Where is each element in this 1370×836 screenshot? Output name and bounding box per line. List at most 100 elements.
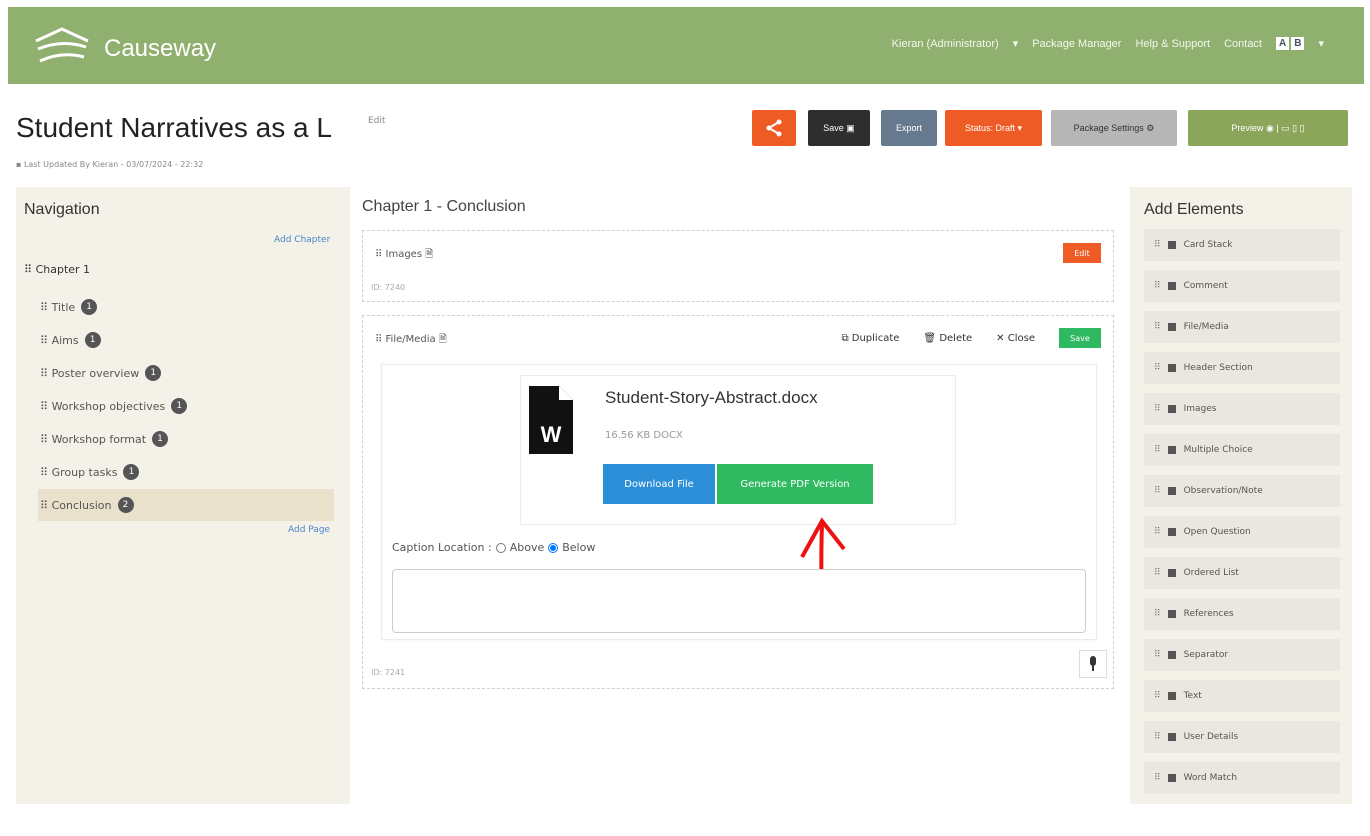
microphone-button[interactable] <box>1079 650 1107 678</box>
element-actions: ⧉ Duplicate 🗑 Delete ✕ Close Save <box>841 328 1101 348</box>
delete-button[interactable]: 🗑 Delete <box>923 333 972 344</box>
close-icon: ✕ <box>996 332 1005 344</box>
element-icon <box>1167 610 1176 618</box>
edit-title-link[interactable]: Edit <box>368 116 385 126</box>
element-icon <box>1167 774 1176 782</box>
add-page-link[interactable]: Add Page <box>288 525 330 535</box>
count-badge: 1 <box>152 431 169 447</box>
grip-icon[interactable]: ⠿ <box>1154 281 1161 291</box>
copy-icon: ⧉ <box>841 332 849 344</box>
element-open-question[interactable]: ⠿ Open Question <box>1144 516 1340 548</box>
caret-down-icon[interactable]: ▾ <box>1318 37 1324 50</box>
language-switcher[interactable]: A B <box>1276 37 1305 50</box>
grip-icon[interactable]: ⠿ <box>1154 773 1161 783</box>
nav-page-poster-overview[interactable]: ⠿ Poster overview 1 <box>38 357 334 389</box>
grip-icon[interactable]: ⠿ <box>40 499 48 512</box>
preview-button[interactable]: Preview ◉ | ▭ ▯ ▯ <box>1188 110 1348 146</box>
nav-package-manager[interactable]: Package Manager <box>1032 38 1121 50</box>
element-user-details[interactable]: ⠿ User Details <box>1144 721 1340 753</box>
lang-a[interactable]: A <box>1276 37 1290 50</box>
grip-icon[interactable]: ⠿ <box>1154 363 1161 373</box>
share-button[interactable] <box>752 110 796 146</box>
element-card-stack[interactable]: ⠿ Card Stack <box>1144 229 1340 261</box>
element-separator[interactable]: ⠿ Separator <box>1144 639 1340 671</box>
desktop-icon[interactable]: ▭ <box>1281 123 1290 134</box>
file-media-element-card[interactable]: ⠿ File/Media 🗎 ⧉ Duplicate 🗑 Delete ✕ Cl… <box>362 315 1114 689</box>
grip-icon[interactable]: ⠿ <box>1154 609 1161 619</box>
grip-icon[interactable]: ⠿ <box>40 367 48 380</box>
edit-button[interactable]: Edit <box>1063 243 1101 263</box>
lang-b[interactable]: B <box>1291 37 1305 50</box>
grip-icon[interactable]: ⠿ <box>1154 568 1161 578</box>
nav-help-support[interactable]: Help & Support <box>1135 38 1210 50</box>
caption-input[interactable] <box>392 569 1086 633</box>
export-button[interactable]: Export <box>881 110 937 146</box>
grip-icon[interactable]: ⠿ <box>1154 445 1161 455</box>
grip-icon[interactable]: ⠿ <box>375 249 382 260</box>
images-element-card[interactable]: ⠿ Images 🗎 Edit ID: 7240 <box>362 230 1114 302</box>
phone-icon[interactable]: ▯ <box>1300 123 1305 134</box>
causeway-logo-icon <box>35 27 89 63</box>
grip-icon[interactable]: ⠿ <box>1154 732 1161 742</box>
download-file-button[interactable]: Download File <box>603 464 715 504</box>
nav-page-workshop-objectives[interactable]: ⠿ Workshop objectives 1 <box>38 390 334 422</box>
nav-page-group-tasks[interactable]: ⠿ Group tasks 1 <box>38 456 334 488</box>
element-references[interactable]: ⠿ References <box>1144 598 1340 630</box>
grip-icon[interactable]: ⠿ <box>40 433 48 446</box>
nav-page-workshop-format[interactable]: ⠿ Workshop format 1 <box>38 423 334 455</box>
element-header-section[interactable]: ⠿ Header Section <box>1144 352 1340 384</box>
duplicate-button[interactable]: ⧉ Duplicate <box>841 333 899 344</box>
tablet-icon[interactable]: ▯ <box>1292 123 1297 134</box>
element-file-media[interactable]: ⠿ File/Media <box>1144 311 1340 343</box>
element-comment[interactable]: ⠿ Comment <box>1144 270 1340 302</box>
save-element-button[interactable]: Save <box>1059 328 1101 348</box>
element-ordered-list[interactable]: ⠿ Ordered List <box>1144 557 1340 589</box>
package-settings-button[interactable]: Package Settings ⚙ <box>1051 110 1177 146</box>
caption-below-radio[interactable] <box>548 542 559 553</box>
grip-icon[interactable]: ⠿ <box>1154 486 1161 496</box>
floppy-icon: ▣ <box>846 122 855 133</box>
brand-name[interactable]: Causeway <box>104 35 216 63</box>
status-dropdown[interactable]: Status: Draft ▾ <box>945 110 1042 146</box>
grip-icon[interactable]: ⠿ <box>40 466 48 479</box>
chapter-item[interactable]: ⠿ Chapter 1 <box>24 263 90 276</box>
nav-page-conclusion[interactable]: ⠿ Conclusion 2 <box>38 489 334 521</box>
caret-down-icon[interactable]: ▾ <box>1013 37 1019 50</box>
grip-icon[interactable]: ⠿ <box>375 334 382 345</box>
grip-icon[interactable]: ⠿ <box>40 334 48 347</box>
element-observation-note[interactable]: ⠿ Observation/Note <box>1144 475 1340 507</box>
element-text[interactable]: ⠿ Text <box>1144 680 1340 712</box>
grip-icon[interactable]: ⠿ <box>40 301 48 314</box>
nav-page-aims[interactable]: ⠿ Aims 1 <box>38 324 334 356</box>
nav-contact[interactable]: Contact <box>1224 38 1262 50</box>
share-icon <box>766 119 782 137</box>
caption-location: Caption Location : Above Below <box>392 541 596 554</box>
user-menu[interactable]: Kieran (Administrator) <box>892 38 999 50</box>
element-word-match[interactable]: ⠿ Word Match <box>1144 762 1340 794</box>
navigation-panel: Navigation Add Chapter ⠿ Chapter 1 ⠿ Tit… <box>16 187 350 804</box>
element-icon <box>1167 692 1176 700</box>
caption-above-radio[interactable] <box>495 542 506 553</box>
count-badge: 1 <box>171 398 188 414</box>
add-chapter-link[interactable]: Add Chapter <box>274 235 330 245</box>
element-multiple-choice[interactable]: ⠿ Multiple Choice <box>1144 434 1340 466</box>
grip-icon[interactable]: ⠿ <box>1154 691 1161 701</box>
element-images[interactable]: ⠿ Images <box>1144 393 1340 425</box>
grip-icon[interactable]: ⠿ <box>1154 240 1161 250</box>
save-button[interactable]: Save ▣ <box>808 110 870 146</box>
grip-icon[interactable]: ⠿ <box>24 263 32 276</box>
grip-icon[interactable]: ⠿ <box>1154 650 1161 660</box>
microphone-icon <box>1090 656 1096 671</box>
close-button[interactable]: ✕ Close <box>996 333 1035 344</box>
file-meta: 16.56 KB DOCX <box>605 430 683 441</box>
word-document-icon: W <box>529 386 573 454</box>
grip-icon[interactable]: ⠿ <box>1154 404 1161 414</box>
grip-icon[interactable]: ⠿ <box>1154 527 1161 537</box>
grip-icon[interactable]: ⠿ <box>40 400 48 413</box>
count-badge: 2 <box>117 497 134 513</box>
caret-down-icon: ▾ <box>1017 122 1023 133</box>
generate-pdf-button[interactable]: Generate PDF Version <box>717 464 873 504</box>
element-icon <box>1167 651 1176 659</box>
grip-icon[interactable]: ⠿ <box>1154 322 1161 332</box>
nav-page-title[interactable]: ⠿ Title 1 <box>38 291 334 323</box>
